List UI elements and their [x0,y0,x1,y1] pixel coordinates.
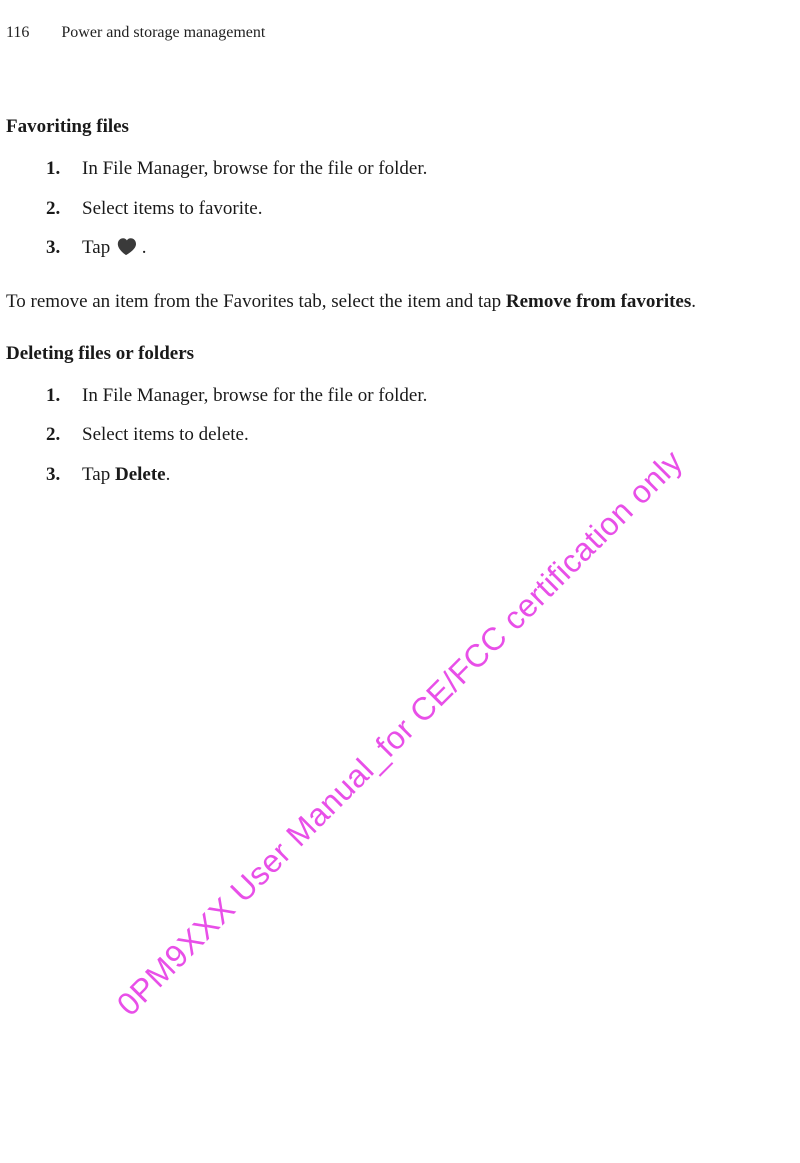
step-text-suffix: . [137,237,147,258]
page-number: 116 [6,24,29,42]
step-text: In File Manager, browse for the file or … [82,385,427,406]
step-item: In File Manager, browse for the file or … [46,156,794,182]
section-title-favoriting: Favoriting files [6,116,794,138]
note-bold: Remove from favorites [506,291,691,312]
step-text: Select items to favorite. [82,198,262,219]
step-text-prefix: Tap [82,464,115,485]
step-text: In File Manager, browse for the file or … [82,158,427,179]
step-text: Select items to delete. [82,424,249,445]
remove-favorites-note: To remove an item from the Favorites tab… [6,289,794,315]
step-item: Select items to favorite. [46,196,794,222]
heart-icon [115,236,137,256]
step-text-suffix: . [166,464,171,485]
step-bold: Delete [115,464,166,485]
content-area: Favoriting files In File Manager, browse… [6,100,794,501]
steps-favoriting: In File Manager, browse for the file or … [46,156,794,261]
steps-deleting: In File Manager, browse for the file or … [46,383,794,488]
watermark-text: 0PM9XXX User Manual_for CE/FCC certifica… [110,442,690,1022]
section-title-deleting: Deleting files or folders [6,343,794,365]
step-item: Select items to delete. [46,422,794,448]
note-prefix: To remove an item from the Favorites tab… [6,291,506,312]
header-title: Power and storage management [61,24,265,42]
page: 116 Power and storage management Favorit… [0,0,800,1163]
step-text-prefix: Tap [82,237,115,258]
running-header: 116 Power and storage management [6,24,800,42]
step-item: In File Manager, browse for the file or … [46,383,794,409]
step-item: Tap Delete. [46,462,794,488]
step-item: Tap . [46,235,794,261]
note-suffix: . [691,291,696,312]
